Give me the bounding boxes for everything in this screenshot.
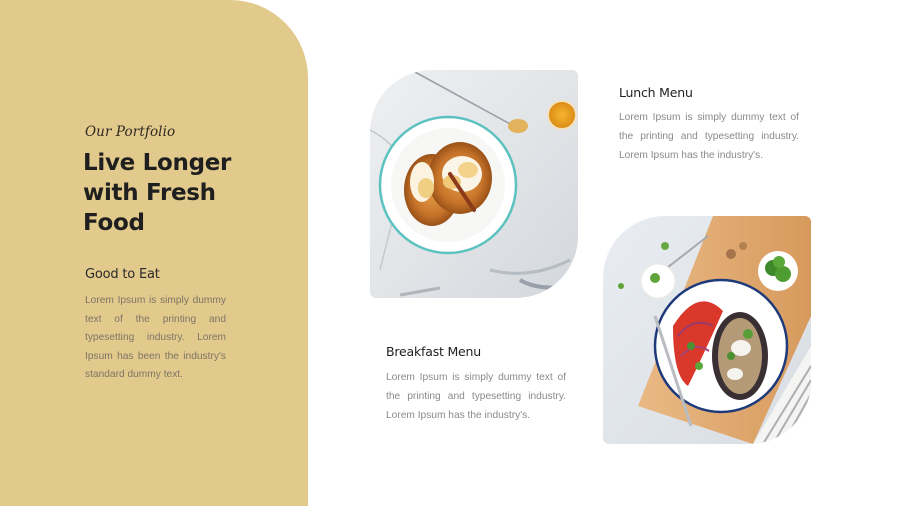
- breakfast-menu-description: Lorem Ipsum is simply dummy text of the …: [386, 372, 566, 421]
- portfolio-side-panel: Our Portfolio Live Longer with Fresh Foo…: [0, 0, 308, 506]
- salad-plate-image: [603, 216, 811, 444]
- page-title: Live Longer with Fresh Food: [83, 150, 232, 236]
- section-description: Lorem Ipsum is simply dummy text of the …: [85, 295, 226, 381]
- lunch-menu-description: Lorem Ipsum is simply dummy text of the …: [619, 112, 799, 161]
- breakfast-photo: [370, 70, 578, 298]
- breakfast-menu-title: Breakfast Menu: [386, 344, 481, 359]
- lunch-photo: [603, 216, 811, 444]
- eyebrow-label: Our Portfolio: [85, 124, 176, 140]
- lunch-menu-title: Lunch Menu: [619, 85, 693, 100]
- section-subheading: Good to Eat: [85, 267, 160, 282]
- pancakes-image: [370, 70, 578, 298]
